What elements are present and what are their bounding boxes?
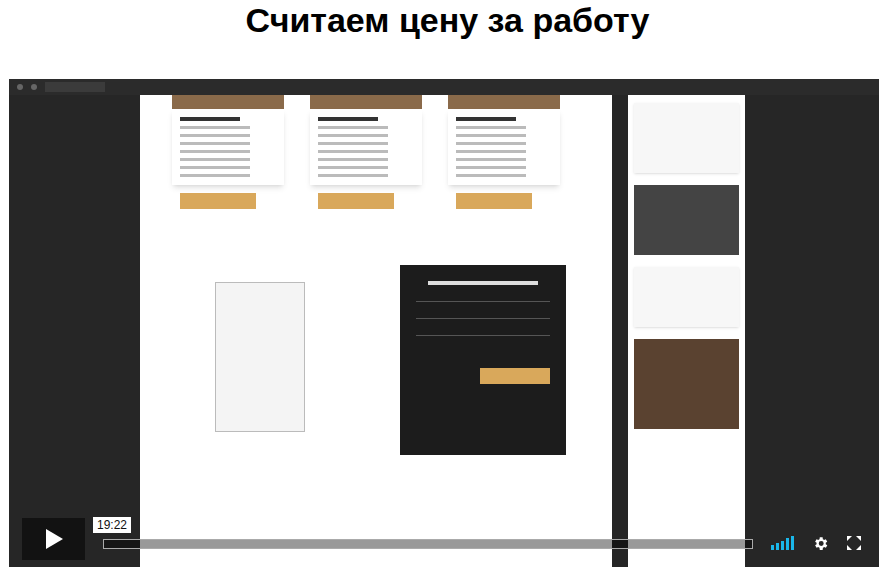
video-frame — [9, 79, 879, 567]
play-icon — [44, 528, 64, 550]
canvas-margin — [9, 95, 140, 567]
mobile-artboard — [628, 95, 745, 567]
request-form — [400, 265, 566, 455]
building-sketch — [150, 257, 370, 457]
card-body — [172, 109, 284, 185]
volume-bar — [786, 538, 789, 550]
app-canvas — [9, 95, 879, 567]
card-photo — [172, 95, 284, 109]
card-body — [310, 109, 422, 185]
price-card — [172, 95, 284, 209]
page-artboard — [140, 95, 612, 567]
gear-icon[interactable] — [812, 535, 829, 552]
volume-bar — [791, 536, 794, 550]
fullscreen-icon[interactable] — [847, 536, 861, 550]
card-body — [448, 109, 560, 185]
card-photo — [448, 95, 560, 109]
volume-control[interactable] — [771, 536, 794, 550]
canvas-gap — [612, 95, 628, 567]
volume-bar — [781, 541, 784, 550]
progress-track[interactable] — [103, 539, 753, 549]
canvas-margin-right — [745, 95, 879, 567]
volume-bar — [771, 545, 774, 550]
volume-bar — [776, 543, 779, 550]
card-button — [318, 193, 394, 209]
page: Считаем цену за работу 19:22 — [0, 0, 895, 582]
page-title: Считаем цену за работу — [0, 0, 895, 79]
tooltip: 19:22 — [93, 517, 131, 533]
card-button — [180, 193, 256, 209]
price-card — [310, 95, 422, 209]
app-titlebar — [9, 79, 879, 95]
card-button — [456, 193, 532, 209]
card-photo — [310, 95, 422, 109]
video-player[interactable]: 19:22 — [9, 79, 879, 567]
price-card — [448, 95, 560, 209]
player-controls: 19:22 — [22, 518, 867, 560]
play-button[interactable] — [22, 518, 85, 560]
progress-area[interactable]: 19:22 — [103, 518, 753, 560]
